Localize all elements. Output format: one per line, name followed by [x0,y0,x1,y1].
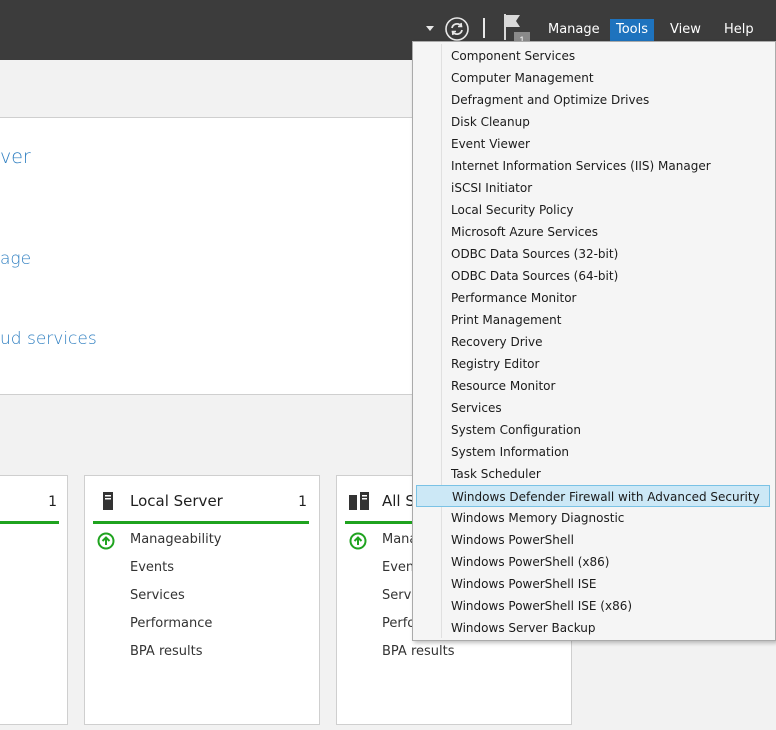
tile-item-bpa-results[interactable]: BPA results [382,644,455,659]
link-cloud-services-fragment[interactable]: ud services [0,329,97,349]
tile-item-events[interactable]: Events [130,560,174,575]
menu-item-azure-services[interactable]: Microsoft Azure Services [416,221,770,243]
tile-title[interactable]: All S [382,492,415,510]
menu-item-resource-monitor[interactable]: Resource Monitor [416,375,770,397]
chevron-down-icon[interactable] [426,26,434,31]
tile-item-manageability[interactable]: Manageability [130,532,221,547]
menu-item-registry-editor[interactable]: Registry Editor [416,353,770,375]
welcome-panel [0,117,416,395]
status-bar [93,521,309,524]
server-tile[interactable]: 1 [0,475,68,725]
menu-item-powershell[interactable]: Windows PowerShell [416,529,770,551]
menu-manage[interactable]: Manage [542,19,606,41]
menu-item-system-information[interactable]: System Information [416,441,770,463]
status-bar [0,521,59,524]
tile-count: 1 [48,494,57,510]
menu-item-powershell-x86[interactable]: Windows PowerShell (x86) [416,551,770,573]
tile-count: 1 [298,494,307,510]
local-server-tile[interactable]: Local Server 1 Manageability Events Serv… [84,475,320,725]
tile-item-performance[interactable]: Perfo [382,616,415,631]
link-manage-fragment[interactable]: age [0,249,31,269]
menu-item-event-viewer[interactable]: Event Viewer [416,133,770,155]
server-icon [103,492,113,510]
menu-item-iscsi-initiator[interactable]: iSCSI Initiator [416,177,770,199]
menu-item-system-configuration[interactable]: System Configuration [416,419,770,441]
tools-dropdown-menu: Component Services Computer Management D… [412,41,776,641]
menu-item-powershell-ise-x86[interactable]: Windows PowerShell ISE (x86) [416,595,770,617]
menu-item-defender-firewall[interactable]: Windows Defender Firewall with Advanced … [416,485,770,507]
menu-item-memory-diagnostic[interactable]: Windows Memory Diagnostic [416,507,770,529]
toolbar-separator [483,18,485,38]
menu-item-services[interactable]: Services [416,397,770,419]
menu-item-disk-cleanup[interactable]: Disk Cleanup [416,111,770,133]
tile-item-bpa-results[interactable]: BPA results [130,644,203,659]
menu-item-powershell-ise[interactable]: Windows PowerShell ISE [416,573,770,595]
status-up-icon [97,532,115,550]
menu-item-performance-monitor[interactable]: Performance Monitor [416,287,770,309]
menu-item-print-management[interactable]: Print Management [416,309,770,331]
tile-item-services[interactable]: Services [130,588,185,603]
menu-item-computer-management[interactable]: Computer Management [416,67,770,89]
menu-help[interactable]: Help [718,19,760,41]
menu-item-recovery-drive[interactable]: Recovery Drive [416,331,770,353]
menu-item-defragment[interactable]: Defragment and Optimize Drives [416,89,770,111]
menu-item-local-security-policy[interactable]: Local Security Policy [416,199,770,221]
status-up-icon [349,532,367,550]
menu-item-task-scheduler[interactable]: Task Scheduler [416,463,770,485]
menu-tools[interactable]: Tools [610,19,655,41]
servers-icon [349,492,369,510]
tile-item-performance[interactable]: Performance [130,616,212,631]
menu-item-odbc-64[interactable]: ODBC Data Sources (64-bit) [416,265,770,287]
menu-view[interactable]: View [664,19,707,41]
menu-item-odbc-32[interactable]: ODBC Data Sources (32-bit) [416,243,770,265]
welcome-heading-fragment: ver [0,146,31,168]
refresh-icon[interactable] [444,16,470,42]
tile-item-services[interactable]: Servi [382,588,415,603]
menu-item-server-backup[interactable]: Windows Server Backup [416,617,770,639]
menu-item-iis-manager[interactable]: Internet Information Services (IIS) Mana… [416,155,770,177]
tile-title[interactable]: Local Server [130,492,223,510]
menu-item-component-services[interactable]: Component Services [416,45,770,67]
